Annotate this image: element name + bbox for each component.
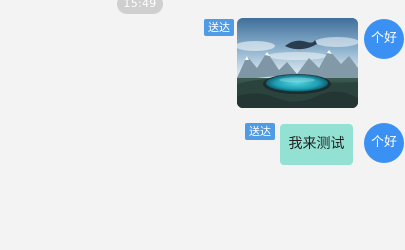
landscape-image-icon <box>237 18 358 108</box>
delivered-status-tag: 送达 <box>245 123 275 140</box>
image-message[interactable] <box>237 18 358 108</box>
text-message-bubble[interactable]: 我来测试 <box>280 124 353 165</box>
timestamp-badge: 15:49 <box>117 0 163 14</box>
avatar[interactable]: 个好 <box>364 19 404 59</box>
avatar[interactable]: 个好 <box>364 123 404 163</box>
delivered-status-tag: 送达 <box>204 19 234 36</box>
